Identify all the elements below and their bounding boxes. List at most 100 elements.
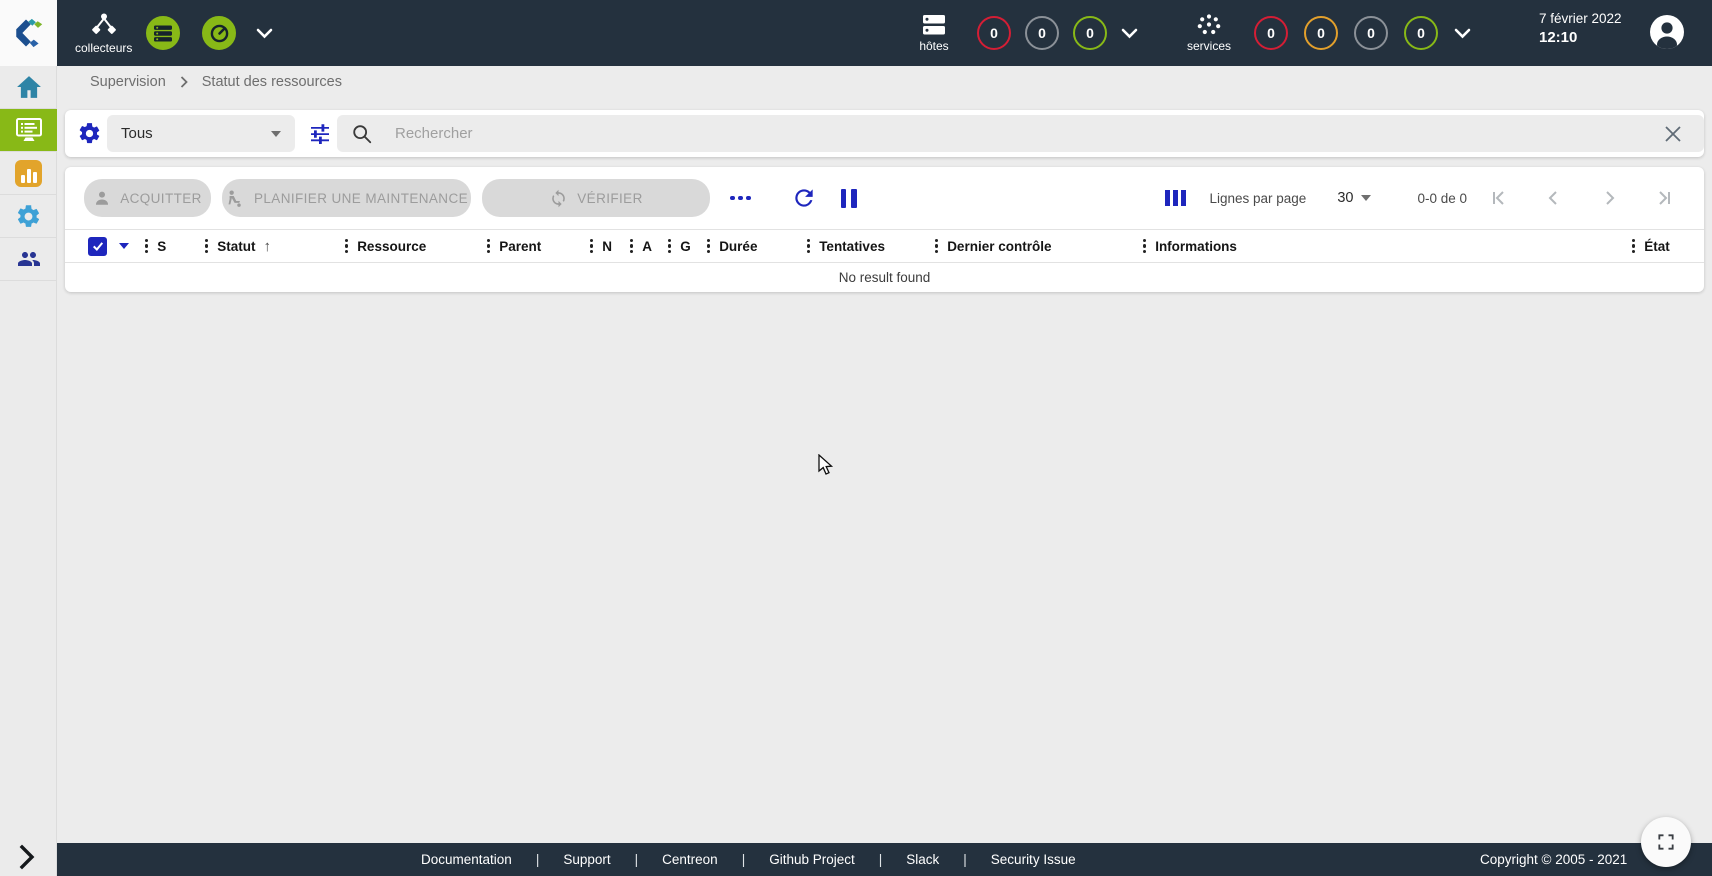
- selection-menu-arrow-icon[interactable]: [119, 243, 129, 249]
- pollers-expand-chevron-icon[interactable]: [256, 28, 273, 39]
- column-header-parent[interactable]: Parent: [487, 239, 590, 254]
- footer-link-github[interactable]: Github Project: [745, 852, 879, 867]
- select-all-checkbox[interactable]: [88, 237, 107, 256]
- footer-link-centreon[interactable]: Centreon: [638, 852, 742, 867]
- clear-search-icon[interactable]: [1662, 123, 1684, 145]
- rows-per-page-label: Lignes par page: [1209, 191, 1306, 206]
- check-label: VÉRIFIER: [577, 191, 642, 206]
- user-avatar[interactable]: [1649, 14, 1685, 50]
- drag-handle-icon[interactable]: [807, 239, 810, 254]
- column-header-informations[interactable]: Informations: [1143, 239, 1618, 254]
- column-label: Ressource: [357, 239, 426, 254]
- maintenance-worker-icon: [225, 189, 245, 208]
- refresh-icon: [791, 185, 817, 211]
- set-maintenance-button[interactable]: PLANIFIER UNE MAINTENANCE: [222, 179, 471, 217]
- rows-per-page-value: 30: [1337, 190, 1353, 206]
- services-ok-counter[interactable]: 0: [1404, 16, 1438, 50]
- drag-handle-icon[interactable]: [345, 239, 348, 254]
- services-icon: [1196, 13, 1222, 36]
- toolbar-right: Lignes par page 30 0-0 de 0: [1165, 186, 1676, 210]
- fullscreen-button[interactable]: [1641, 817, 1691, 867]
- next-page-button[interactable]: [1597, 186, 1621, 210]
- filter-scope-select[interactable]: Tous: [107, 115, 295, 152]
- footer-link-support[interactable]: Support: [539, 852, 634, 867]
- column-header-duree[interactable]: Durée: [707, 239, 807, 254]
- column-label: Parent: [499, 239, 541, 254]
- poller-latency-gauge-icon: [209, 23, 230, 44]
- filter-settings-gear-icon[interactable]: [77, 121, 102, 151]
- hosts-down-counter[interactable]: 0: [977, 16, 1011, 50]
- drag-handle-icon[interactable]: [1143, 239, 1146, 254]
- sidebar-item-administration[interactable]: [0, 238, 57, 281]
- services-critical-counter[interactable]: 0: [1254, 16, 1288, 50]
- pause-autorefresh-button[interactable]: [841, 189, 857, 208]
- refresh-button[interactable]: [791, 185, 817, 211]
- hosts-up-counter[interactable]: 0: [1073, 16, 1107, 50]
- drag-handle-icon[interactable]: [205, 239, 208, 254]
- sidebar-item-home[interactable]: [0, 66, 57, 109]
- column-header-etat[interactable]: État: [1618, 239, 1704, 254]
- drag-handle-icon[interactable]: [487, 239, 490, 254]
- breadcrumb-supervision[interactable]: Supervision: [90, 74, 166, 90]
- services-group: services 0 0 0 0: [1180, 0, 1471, 66]
- search-icon: [351, 123, 373, 145]
- check-button[interactable]: VÉRIFIER: [482, 179, 710, 217]
- column-header-g[interactable]: G: [668, 239, 707, 254]
- last-page-button[interactable]: [1652, 186, 1676, 210]
- footer-link-slack[interactable]: Slack: [882, 852, 963, 867]
- first-page-button[interactable]: [1487, 186, 1511, 210]
- column-header-severity[interactable]: S: [145, 239, 205, 254]
- previous-page-button[interactable]: [1542, 186, 1566, 210]
- footer-link-security[interactable]: Security Issue: [967, 852, 1100, 867]
- rows-per-page-select[interactable]: 30: [1337, 190, 1371, 206]
- drag-handle-icon[interactable]: [935, 239, 938, 254]
- hosts-menu[interactable]: hôtes: [905, 14, 963, 53]
- services-expand-chevron-icon[interactable]: [1454, 28, 1471, 39]
- services-warning-counter[interactable]: 0: [1304, 16, 1338, 50]
- column-header-a[interactable]: A: [630, 239, 668, 254]
- sidebar-item-reporting[interactable]: [0, 152, 57, 195]
- sidebar-expand-button[interactable]: [12, 842, 42, 872]
- pollers-group: collecteurs: [75, 0, 273, 66]
- poller-latency-status[interactable]: [202, 16, 236, 50]
- advanced-filter-tune-icon[interactable]: [308, 122, 332, 151]
- hosts-expand-chevron-icon[interactable]: [1121, 28, 1138, 39]
- column-header-n[interactable]: N: [590, 239, 630, 254]
- drag-handle-icon[interactable]: [630, 239, 633, 254]
- pollers-menu[interactable]: collecteurs: [75, 12, 132, 55]
- hosts-label: hôtes: [919, 39, 948, 53]
- drag-handle-icon[interactable]: [590, 239, 593, 254]
- search-input[interactable]: [395, 125, 1662, 142]
- column-label: État: [1644, 239, 1670, 254]
- sidebar-item-supervision[interactable]: [0, 109, 57, 152]
- services-unknown-counter[interactable]: 0: [1354, 16, 1388, 50]
- user-avatar-icon: [1649, 14, 1685, 50]
- hosts-unreachable-counter[interactable]: 0: [1025, 16, 1059, 50]
- more-actions-button[interactable]: [726, 190, 755, 207]
- acknowledge-button[interactable]: ACQUITTER: [84, 179, 211, 217]
- edit-columns-button[interactable]: [1165, 190, 1187, 206]
- drag-handle-icon[interactable]: [1632, 239, 1635, 254]
- services-menu[interactable]: services: [1180, 13, 1238, 53]
- drag-handle-icon[interactable]: [145, 239, 148, 254]
- centreon-logo[interactable]: [0, 0, 57, 66]
- set-maintenance-label: PLANIFIER UNE MAINTENANCE: [254, 191, 468, 206]
- column-header-dernier-controle[interactable]: Dernier contrôle: [935, 239, 1143, 254]
- column-header-statut[interactable]: Statut ↑: [205, 238, 345, 255]
- footer-link-documentation[interactable]: Documentation: [397, 852, 536, 867]
- poller-database-status[interactable]: [146, 16, 180, 50]
- pager: [1487, 186, 1676, 210]
- drag-handle-icon[interactable]: [707, 239, 710, 254]
- sidebar-item-configuration[interactable]: [0, 195, 57, 238]
- hosts-icon: [921, 14, 947, 36]
- gear-icon: [15, 203, 42, 230]
- chevron-right-icon: [18, 844, 36, 870]
- select-arrow-icon: [1361, 195, 1371, 201]
- empty-result-message: No result found: [839, 270, 931, 285]
- drag-handle-icon[interactable]: [668, 239, 671, 254]
- column-label: A: [642, 239, 652, 254]
- column-header-tentatives[interactable]: Tentatives: [807, 239, 935, 254]
- sort-asc-icon[interactable]: ↑: [263, 238, 271, 255]
- top-bar: collecteurs: [0, 0, 1712, 66]
- column-header-ressource[interactable]: Ressource: [345, 239, 487, 254]
